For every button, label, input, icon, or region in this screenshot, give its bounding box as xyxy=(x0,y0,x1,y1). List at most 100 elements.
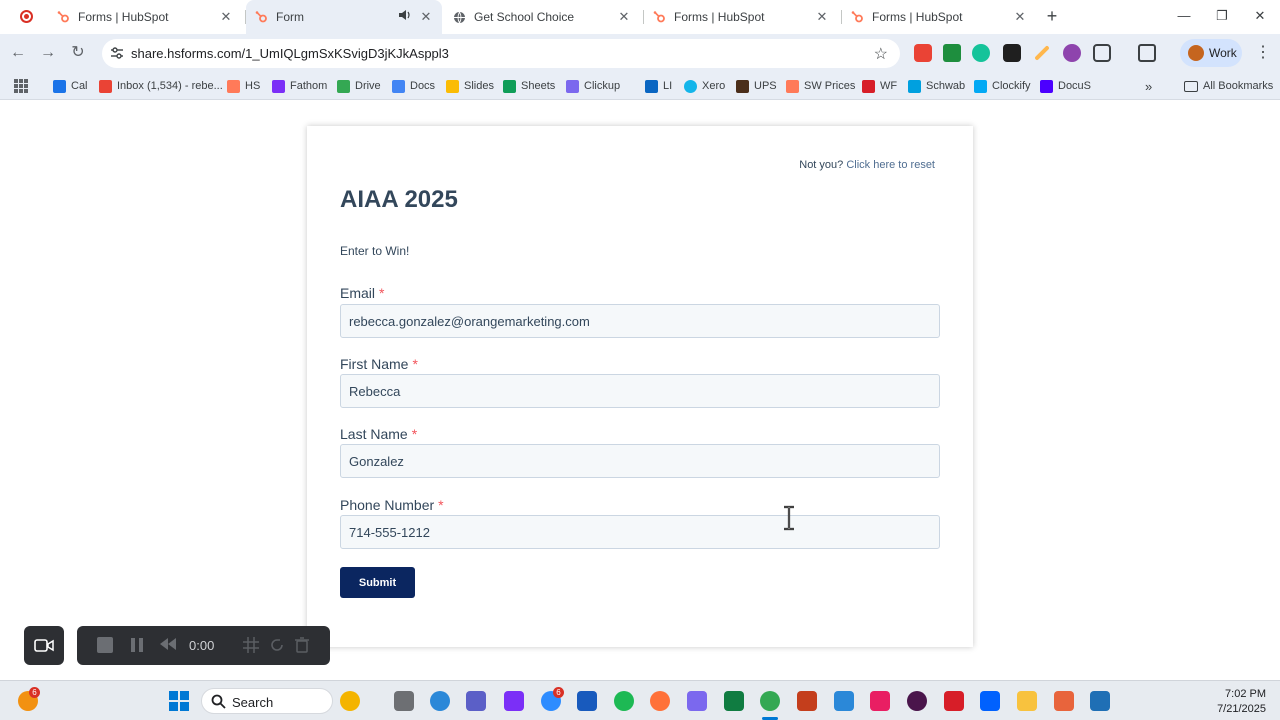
speaker-icon[interactable] xyxy=(396,9,412,25)
close-icon[interactable]: ✕ xyxy=(218,9,234,25)
powerpoint-icon[interactable] xyxy=(797,691,817,711)
reload-button[interactable]: ↻ xyxy=(68,43,88,63)
back-button[interactable]: ← xyxy=(8,43,28,63)
bookmark-item[interactable]: Fathom xyxy=(272,77,327,95)
grid-icon[interactable] xyxy=(243,637,259,653)
tab-get-school-choice[interactable]: Get School Choice ✕ xyxy=(446,0,640,34)
new-tab-button[interactable]: + xyxy=(1044,7,1060,25)
bookmark-item[interactable]: Xero xyxy=(684,77,725,95)
bookmark-item[interactable]: Clickup xyxy=(566,77,620,95)
wells-fargo-icon xyxy=(862,79,875,93)
bookmark-item[interactable]: SW Prices xyxy=(786,77,855,95)
word-icon[interactable] xyxy=(577,691,597,711)
pause-icon[interactable] xyxy=(130,637,146,653)
bookmark-item[interactable]: Sheets xyxy=(503,77,555,95)
gmail-icon xyxy=(99,79,112,93)
app-icon[interactable] xyxy=(870,691,890,711)
all-bookmarks-button[interactable]: All Bookmarks xyxy=(1184,77,1273,95)
close-icon[interactable]: ✕ xyxy=(814,9,830,25)
bookmark-label: LI xyxy=(663,80,673,92)
task-view-icon[interactable] xyxy=(394,691,414,711)
taskbar-search[interactable]: Search xyxy=(201,688,333,714)
restart-icon[interactable] xyxy=(269,637,285,653)
extension-calendar-icon[interactable] xyxy=(914,44,932,62)
camera-button[interactable] xyxy=(24,626,64,665)
required-asterisk: * xyxy=(411,426,418,442)
close-icon[interactable]: ✕ xyxy=(1012,9,1028,25)
bookmark-item[interactable]: UPS xyxy=(736,77,777,95)
extension-grammarly-icon[interactable] xyxy=(972,44,990,62)
excel-icon[interactable] xyxy=(724,691,744,711)
site-settings-icon[interactable] xyxy=(110,46,124,60)
bookmark-item[interactable]: Cal xyxy=(53,77,88,95)
submit-button[interactable]: Submit xyxy=(340,567,415,598)
bookmark-item[interactable]: Schwab xyxy=(908,77,965,95)
screenpal-icon[interactable] xyxy=(1090,691,1110,711)
send-icon[interactable] xyxy=(980,691,1000,711)
file-explorer-icon[interactable] xyxy=(1017,691,1037,711)
chrome-icon[interactable] xyxy=(760,691,780,711)
stop-icon[interactable] xyxy=(97,637,113,653)
profile-button[interactable]: Work xyxy=(1180,39,1242,67)
form-title: AIAA 2025 xyxy=(340,186,458,213)
first-name-field[interactable] xyxy=(340,374,940,408)
forward-button[interactable]: → xyxy=(38,43,58,63)
spotify-icon[interactable] xyxy=(614,691,634,711)
email-field[interactable] xyxy=(340,304,940,338)
system-clock[interactable]: 7:02 PM 7/21/2025 xyxy=(1217,687,1266,717)
bookmark-star-icon[interactable]: ☆ xyxy=(874,44,888,64)
firefox-icon[interactable] xyxy=(650,691,670,711)
phone-number-field[interactable] xyxy=(340,515,940,549)
extension-bw-icon[interactable] xyxy=(943,44,961,62)
acrobat-icon[interactable] xyxy=(944,691,964,711)
close-window-button[interactable]: ✕ xyxy=(1252,8,1268,24)
minimize-button[interactable]: — xyxy=(1176,8,1192,24)
close-icon[interactable]: ✕ xyxy=(616,9,632,25)
address-bar[interactable]: share.hsforms.com/1_UmIQLgmSxKSvigD3jKJk… xyxy=(102,39,900,68)
windows-start-icon[interactable] xyxy=(169,691,189,711)
restore-button[interactable]: ❐ xyxy=(1214,8,1230,24)
notepad-icon[interactable] xyxy=(834,691,854,711)
bookmark-item[interactable]: Docs xyxy=(392,77,435,95)
bookmarks-overflow-icon[interactable]: » xyxy=(1145,77,1152,95)
apps-grid-icon[interactable] xyxy=(14,79,28,93)
bookmark-item[interactable]: Clockify xyxy=(974,77,1031,95)
bookmark-item[interactable]: WF xyxy=(862,77,897,95)
tab-form[interactable]: Form ✕ xyxy=(246,0,442,34)
close-icon[interactable]: ✕ xyxy=(418,9,434,25)
phone-number-label: Phone Number * xyxy=(340,497,444,513)
notification-badge: 6 xyxy=(29,687,40,698)
calendar-icon xyxy=(53,79,66,93)
snip-icon[interactable] xyxy=(1054,691,1074,711)
extensions-puzzle-icon[interactable] xyxy=(1093,44,1111,62)
teams-icon[interactable] xyxy=(466,691,486,711)
menu-kebab-icon[interactable]: ⋮ xyxy=(1255,42,1271,62)
bookmark-item[interactable]: HS xyxy=(227,77,260,95)
copilot-icon[interactable] xyxy=(430,691,450,711)
bookmark-item[interactable]: DocuS xyxy=(1040,77,1091,95)
avatar xyxy=(1188,45,1204,61)
power-automate-icon[interactable] xyxy=(504,691,524,711)
copilot-widget-icon[interactable] xyxy=(340,691,360,711)
fathom-icon xyxy=(272,79,285,93)
trash-icon[interactable] xyxy=(295,637,311,653)
tab-forms-hubspot-2[interactable]: Forms | HubSpot ✕ xyxy=(644,0,838,34)
bookmark-label: Drive xyxy=(355,80,381,92)
clickup-app-icon[interactable] xyxy=(687,691,707,711)
tab-forms-hubspot-1[interactable]: Forms | HubSpot ✕ xyxy=(48,0,242,34)
all-bookmarks-label: All Bookmarks xyxy=(1203,80,1274,92)
extension-fx-icon[interactable] xyxy=(1003,44,1021,62)
bookmark-item[interactable]: Inbox (1,534) - rebe... xyxy=(99,77,223,95)
rewind-icon[interactable] xyxy=(159,637,176,653)
extension-profile-icon[interactable] xyxy=(1063,44,1081,62)
reset-link[interactable]: Click here to reset xyxy=(846,159,935,171)
bookmark-item[interactable]: Drive xyxy=(337,77,381,95)
bookmark-item[interactable]: LI xyxy=(645,77,672,95)
tab-search-icon[interactable] xyxy=(1138,44,1156,62)
bookmark-item[interactable]: Slides xyxy=(446,77,494,95)
tab-forms-hubspot-3[interactable]: Forms | HubSpot ✕ xyxy=(842,0,1036,34)
extension-pencil-icon[interactable] xyxy=(1034,45,1050,61)
slack-icon[interactable] xyxy=(907,691,927,711)
last-name-field[interactable] xyxy=(340,444,940,478)
hubspot-icon xyxy=(786,79,799,93)
